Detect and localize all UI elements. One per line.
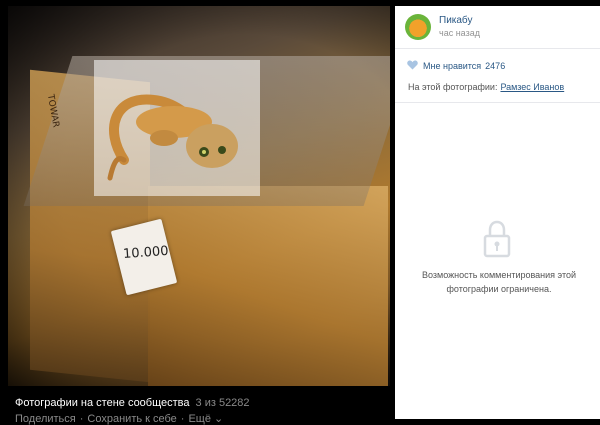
photo-sidebar: Пикабу час назад Мне нравится 2476 На это… <box>395 6 600 419</box>
price-tag-text: 10.000 <box>122 243 170 263</box>
more-button[interactable]: Ещё ⌄ <box>188 413 223 425</box>
community-avatar[interactable] <box>405 14 431 40</box>
photo-counter: 3 из 52282 <box>195 397 250 409</box>
album-link[interactable]: Фотографии на стене сообщества <box>15 397 190 409</box>
like-count: 2476 <box>485 61 506 71</box>
heart-icon <box>407 60 418 70</box>
save-button[interactable]: Сохранить к себе <box>87 413 176 425</box>
album-line: Фотографии на стене сообщества 3 из 52282 <box>15 397 395 409</box>
box-side-right <box>148 186 388 386</box>
tagged-people: На этой фотографии: Рамзес Иванов <box>408 82 564 92</box>
lizard-image <box>107 94 238 181</box>
photo-footer: Фотографии на стене сообщества 3 из 52282… <box>15 397 395 425</box>
post-header: Пикабу час назад <box>395 6 600 49</box>
separator: · <box>79 413 84 425</box>
tagged-label: На этой фотографии: <box>408 82 498 92</box>
like-label: Мне нравится <box>423 61 482 71</box>
photo-tag-selection[interactable] <box>94 60 260 196</box>
divider <box>395 102 600 103</box>
separator: · <box>180 413 185 425</box>
post-time[interactable]: час назад <box>439 28 480 38</box>
chevron-down-icon: ⌄ <box>214 413 224 425</box>
tagged-person-link[interactable]: Рамзес Иванов <box>500 82 564 92</box>
like-button[interactable]: Мне нравится 2476 <box>407 60 505 71</box>
photo-pane: TOWAR 10.000 Фотографии на стене сообщес… <box>0 0 395 425</box>
more-label: Ещё <box>188 413 211 425</box>
lock-icon <box>483 220 511 258</box>
photo-viewer: TOWAR 10.000 Фотографии на стене сообщес… <box>0 0 600 425</box>
community-name[interactable]: Пикабу <box>439 15 472 26</box>
share-button[interactable]: Поделиться <box>15 413 76 425</box>
photo[interactable]: TOWAR 10.000 <box>8 6 390 386</box>
comments-restricted-text: Возможность комментирования этой фотогра… <box>422 270 576 294</box>
